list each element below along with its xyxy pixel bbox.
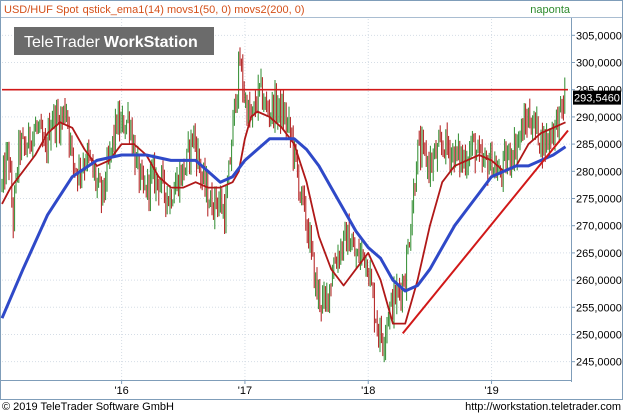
y-tick-label: 280,0000 (576, 166, 622, 178)
y-tick-label: 245,0000 (576, 357, 622, 369)
x-tick-label: '19 (484, 385, 498, 397)
price-chart: TeleTrader WorkStation 245,0000 250,0000 25… (0, 0, 624, 400)
indicator-legend: qstick_ema1(14) movs1(50, 0) movs2(200, … (83, 4, 305, 16)
y-tick-label: 250,0000 (576, 329, 622, 341)
y-tick-label: 305,0000 (576, 30, 622, 42)
x-tick-label: '18 (361, 385, 375, 397)
header-legend: USD/HUF Spot qstick_ema1(14) movs1(50, 0)… (4, 4, 305, 16)
instrument-name: USD/HUF Spot (4, 4, 79, 16)
y-tick-label: 290,0000 (576, 112, 622, 124)
y-tick-label: 260,0000 (576, 275, 622, 287)
x-tick-label: '17 (238, 385, 252, 397)
y-tick-label: 285,0000 (576, 139, 622, 151)
chart-background (0, 0, 624, 400)
logo-product: WorkStation (104, 34, 198, 51)
footer-url-link[interactable]: http://workstation.teletrader.com (465, 401, 621, 413)
last-price-tag: 293,5460 (573, 90, 621, 105)
y-tick-label: 255,0000 (576, 302, 622, 314)
x-tick-label: '16 (114, 385, 128, 397)
logo-text: TeleTrader WorkStation (24, 34, 198, 51)
period-label: naponta (530, 4, 571, 16)
last-price-label: 293,5460 (574, 93, 620, 105)
y-tick-label: 300,0000 (576, 58, 622, 70)
y-tick-label: 265,0000 (576, 248, 622, 260)
logo-brand: TeleTrader (24, 34, 101, 51)
logo: TeleTrader WorkStation (14, 27, 214, 55)
y-tick-label: 270,0000 (576, 221, 622, 233)
copyright-text: © 2019 TeleTrader Software GmbH (2, 401, 174, 413)
y-tick-label: 275,0000 (576, 194, 622, 206)
